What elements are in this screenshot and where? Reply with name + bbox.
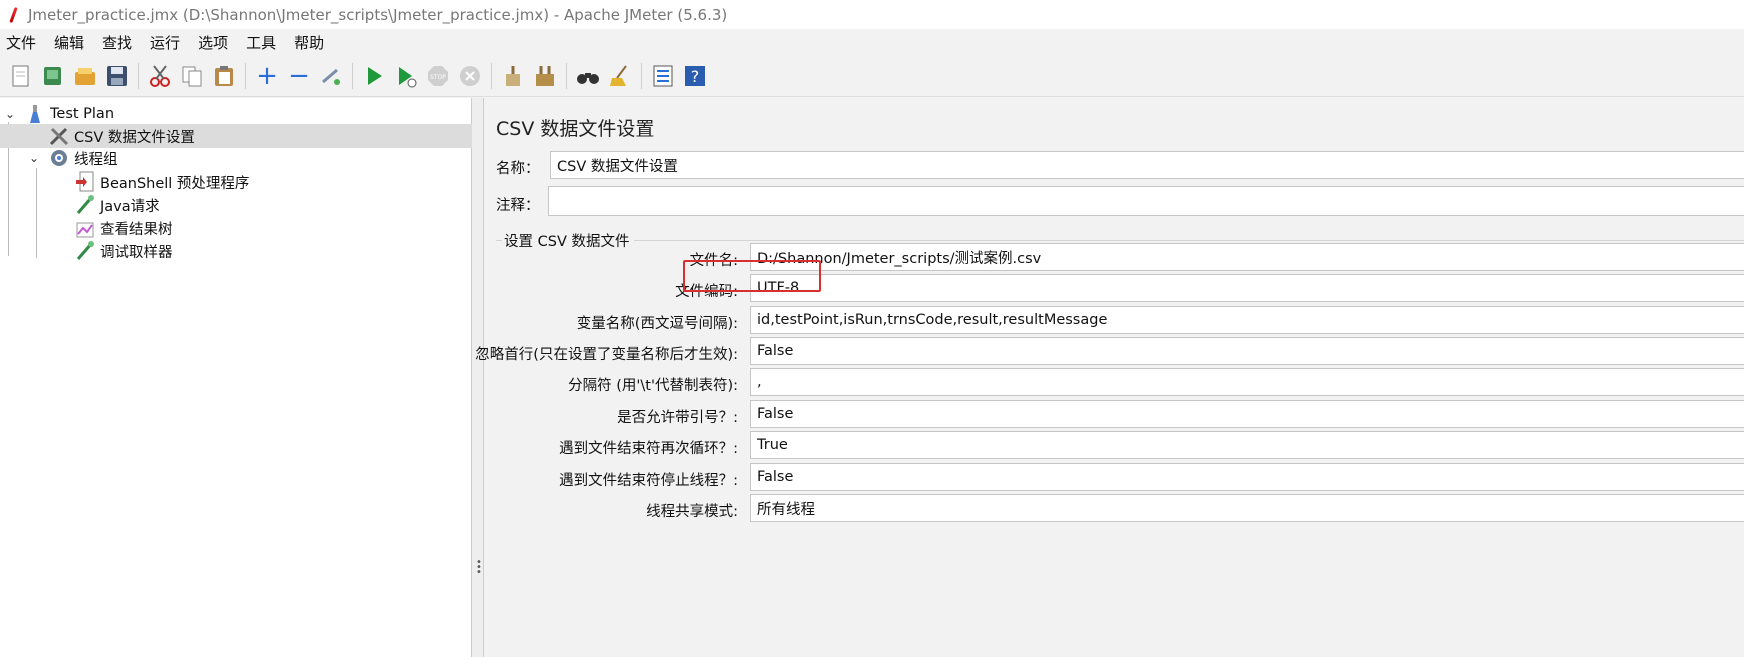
annotation-highlight-box — [683, 260, 821, 292]
script-icon — [74, 171, 96, 193]
ignore-first-line-label: 忽略首行(只在设置了变量名称后才生效): — [475, 347, 738, 363]
comment-label: 注释： — [496, 198, 540, 214]
comment-field[interactable] — [548, 186, 1744, 216]
toolbar-separator — [352, 62, 353, 89]
name-field[interactable]: CSV 数据文件设置 — [550, 151, 1744, 179]
expand-icon[interactable]: + — [254, 63, 280, 89]
tree-item-label: BeanShell 预处理程序 — [100, 175, 250, 192]
recycle-on-eof-label: 遇到文件结束符再次循环？: — [559, 441, 738, 457]
clear-icon[interactable] — [500, 63, 526, 89]
menu-file[interactable]: 文件 — [6, 32, 36, 53]
tree-item-label: CSV 数据文件设置 — [74, 129, 195, 146]
collapse-icon[interactable]: − — [286, 63, 312, 89]
tree-item-label: Java请求 — [100, 198, 160, 215]
jmeter-feather-icon — [6, 7, 20, 23]
menu-help[interactable]: 帮助 — [294, 32, 324, 53]
tree-item-thread-group[interactable]: ⌄ 线程组 — [26, 146, 118, 170]
tree-item-label: Test Plan — [50, 106, 115, 122]
tree-item-beanshell-preprocessor[interactable]: BeanShell 预处理程序 — [74, 170, 249, 194]
svg-text:STOP: STOP — [430, 74, 446, 81]
split-divider[interactable]: • • • — [472, 98, 484, 657]
tree-item-label: 调试取样器 — [100, 244, 173, 261]
toolbar-separator — [245, 62, 246, 89]
clear-all-icon[interactable] — [532, 63, 558, 89]
drag-handle-icon[interactable]: • • • — [476, 558, 482, 578]
menu-options[interactable]: 选项 — [198, 32, 228, 53]
start-icon[interactable] — [361, 63, 387, 89]
toolbar: + − STOP ? — [0, 55, 1744, 97]
tree-item-test-plan[interactable]: ⌄ Test Plan — [2, 102, 114, 126]
chevron-down-icon[interactable]: ⌄ — [26, 151, 42, 165]
flask-icon — [24, 103, 46, 125]
title-bar: Jmeter_practice.jmx (D:\Shannon\Jmeter_s… — [0, 0, 1744, 29]
allow-quoted-select[interactable]: False — [750, 400, 1744, 428]
chart-icon — [74, 217, 96, 239]
help-icon[interactable]: ? — [682, 63, 708, 89]
tree-item-label: 查看结果树 — [100, 221, 173, 238]
group-border — [496, 240, 502, 241]
templates-icon[interactable] — [40, 63, 66, 89]
start-no-pause-icon[interactable] — [393, 63, 419, 89]
save-icon[interactable] — [104, 63, 130, 89]
open-icon[interactable] — [72, 63, 98, 89]
copy-icon[interactable] — [179, 63, 205, 89]
tree-item-debug-sampler[interactable]: 调试取样器 — [74, 239, 173, 263]
sharing-mode-select[interactable]: 所有线程 — [750, 494, 1744, 522]
menu-tools[interactable]: 工具 — [246, 32, 276, 53]
stop-thread-on-eof-select[interactable]: False — [750, 463, 1744, 491]
toggle-icon[interactable] — [318, 63, 344, 89]
menu-edit[interactable]: 编辑 — [54, 32, 84, 53]
main-area: ⌄ Test Plan CSV 数据文件设置 ⌄ 线程组 BeanShell 预… — [0, 98, 1744, 657]
delimiter-field[interactable]: , — [750, 368, 1744, 396]
stop-icon[interactable]: STOP — [425, 63, 451, 89]
new-icon[interactable] — [8, 63, 34, 89]
sampler-icon — [74, 240, 96, 262]
tools-icon — [48, 125, 70, 147]
tree-item-csv-data-set[interactable]: CSV 数据文件设置 — [0, 124, 472, 148]
variable-names-field[interactable]: id,testPoint,isRun,trnsCode,result,resul… — [750, 306, 1744, 334]
gear-icon — [48, 147, 70, 169]
paste-icon[interactable] — [211, 63, 237, 89]
recycle-on-eof-select[interactable]: True — [750, 431, 1744, 459]
group-border — [634, 240, 1744, 241]
toolbar-separator — [138, 62, 139, 89]
reset-search-icon[interactable] — [607, 63, 633, 89]
test-plan-tree: ⌄ Test Plan CSV 数据文件设置 ⌄ 线程组 BeanShell 预… — [0, 98, 472, 657]
chevron-down-icon[interactable]: ⌄ — [2, 107, 18, 121]
csv-config-panel: CSV 数据文件设置 名称： CSV 数据文件设置 注释： 设置 CSV 数据文… — [475, 98, 1744, 657]
menu-run[interactable]: 运行 — [150, 32, 180, 53]
menu-bar: 文件 编辑 查找 运行 选项 工具 帮助 — [0, 29, 1744, 55]
tree-item-view-results-tree[interactable]: 查看结果树 — [74, 216, 173, 240]
toolbar-separator — [566, 62, 567, 89]
stop-thread-on-eof-label: 遇到文件结束符停止线程？: — [559, 473, 738, 489]
delimiter-label: 分隔符 (用'\t'代替制表符): — [568, 378, 738, 394]
name-label: 名称： — [496, 161, 540, 177]
file-encoding-field[interactable]: UTF-8 — [750, 274, 1744, 302]
tree-guide-line — [36, 168, 37, 258]
toolbar-separator — [491, 62, 492, 89]
sampler-icon — [74, 194, 96, 216]
toolbar-separator — [641, 62, 642, 89]
filename-field[interactable]: D:/Shannon/Jmeter_scripts/测试案例.csv — [750, 243, 1744, 271]
variable-names-label: 变量名称(西文逗号间隔): — [576, 316, 738, 332]
svg-text:?: ? — [691, 67, 700, 86]
cut-icon[interactable] — [147, 63, 173, 89]
search-icon[interactable] — [575, 63, 601, 89]
allow-quoted-label: 是否允许带引号？: — [617, 410, 738, 426]
tree-item-label: 线程组 — [74, 151, 118, 168]
menu-search[interactable]: 查找 — [102, 32, 132, 53]
shutdown-icon[interactable] — [457, 63, 483, 89]
tree-item-java-request[interactable]: Java请求 — [74, 193, 160, 217]
group-title: 设置 CSV 数据文件 — [504, 234, 630, 250]
window-title: Jmeter_practice.jmx (D:\Shannon\Jmeter_s… — [28, 5, 728, 24]
ignore-first-line-select[interactable]: False — [750, 337, 1744, 365]
function-helper-icon[interactable] — [650, 63, 676, 89]
sharing-mode-label: 线程共享模式: — [646, 504, 738, 520]
page-title: CSV 数据文件设置 — [496, 118, 655, 140]
